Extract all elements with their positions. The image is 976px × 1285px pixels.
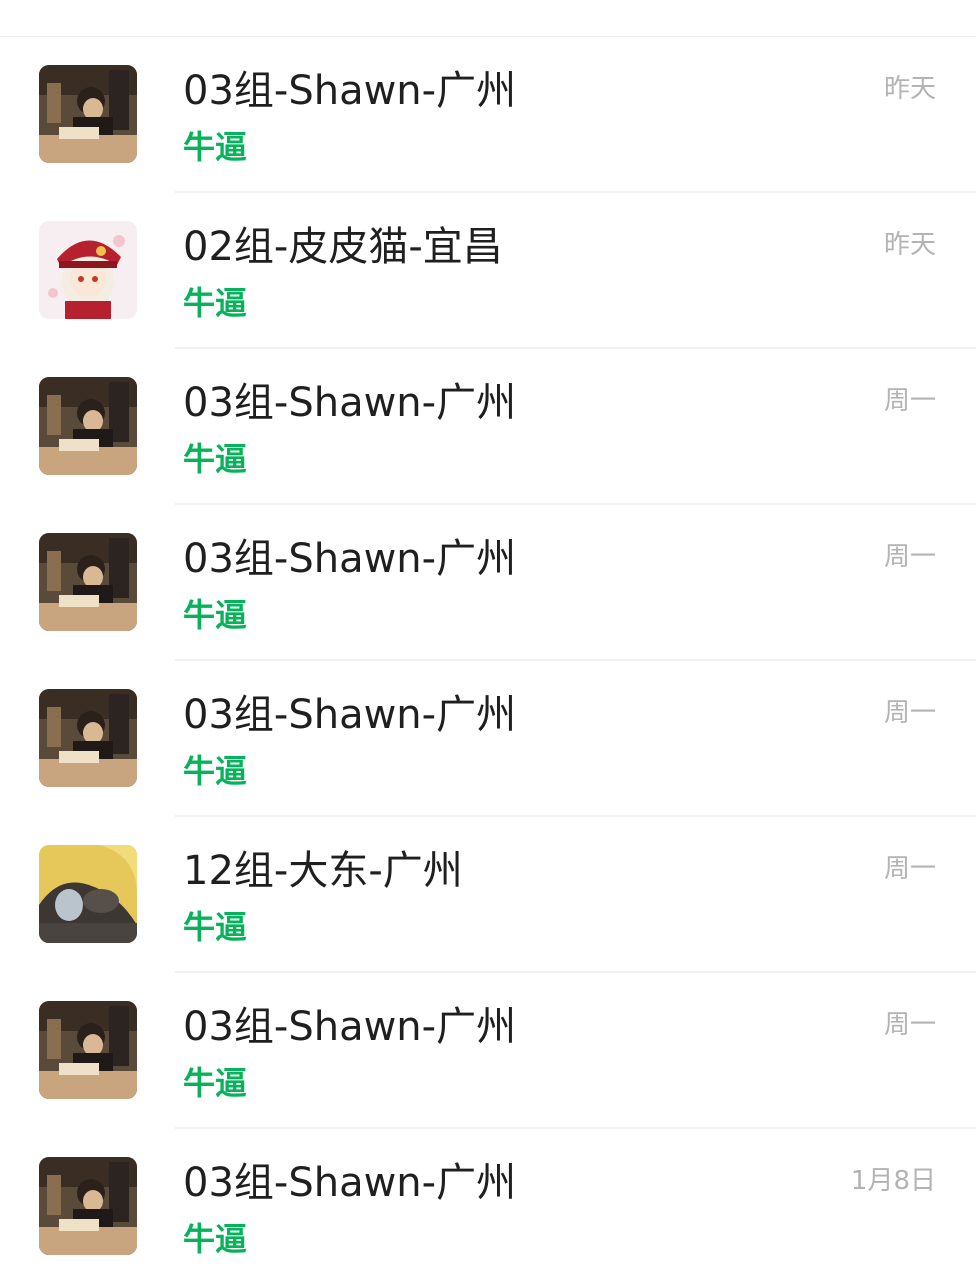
avatar-photo-icon — [39, 1001, 137, 1099]
message-time: 周一 — [883, 1010, 936, 1040]
avatar[interactable] — [39, 1001, 137, 1099]
chat-row[interactable]: 03组-Shawn-广州 牛逼 周一 — [0, 661, 976, 817]
avatar-photo-icon — [39, 845, 137, 943]
last-message-preview: 牛逼 — [183, 1220, 248, 1258]
chat-row[interactable]: 03组-Shawn-广州 牛逼 1月8日 — [0, 1129, 976, 1285]
chat-name: 12组-大东-广州 — [183, 848, 463, 894]
message-time: 昨天 — [883, 74, 936, 104]
chat-name: 03组-Shawn-广州 — [183, 536, 517, 582]
avatar[interactable] — [39, 377, 137, 475]
avatar[interactable] — [39, 221, 137, 319]
chat-name: 03组-Shawn-广州 — [183, 1160, 517, 1206]
avatar[interactable] — [39, 1157, 137, 1255]
avatar[interactable] — [39, 689, 137, 787]
chat-name: 02组-皮皮猫-宜昌 — [183, 224, 503, 270]
last-message-preview: 牛逼 — [183, 908, 248, 946]
avatar[interactable] — [39, 845, 137, 943]
chat-row[interactable]: 03组-Shawn-广州 牛逼 周一 — [0, 505, 976, 661]
message-time: 周一 — [883, 698, 936, 728]
last-message-preview: 牛逼 — [183, 284, 248, 322]
message-time: 周一 — [883, 386, 936, 416]
message-time: 1月8日 — [850, 1166, 936, 1196]
avatar-photo-icon — [39, 533, 137, 631]
chat-list: 03组-Shawn-广州 牛逼 昨天 02组-皮皮猫-宜昌 牛逼 昨天 03组-… — [0, 37, 976, 1285]
avatar[interactable] — [39, 533, 137, 631]
message-time: 周一 — [883, 542, 936, 572]
avatar[interactable] — [39, 65, 137, 163]
chat-name: 03组-Shawn-广州 — [183, 68, 517, 114]
last-message-preview: 牛逼 — [183, 440, 248, 478]
avatar-anime-icon — [39, 221, 137, 319]
avatar-photo-icon — [39, 377, 137, 475]
chat-row[interactable]: 03组-Shawn-广州 牛逼 周一 — [0, 349, 976, 505]
message-time: 周一 — [883, 854, 936, 884]
last-message-preview: 牛逼 — [183, 128, 248, 166]
search-result-header — [0, 0, 976, 37]
chat-row[interactable]: 03组-Shawn-广州 牛逼 周一 — [0, 973, 976, 1129]
last-message-preview: 牛逼 — [183, 596, 248, 634]
avatar-photo-icon — [39, 65, 137, 163]
message-time: 昨天 — [883, 230, 936, 260]
chat-row[interactable]: 02组-皮皮猫-宜昌 牛逼 昨天 — [0, 193, 976, 349]
last-message-preview: 牛逼 — [183, 752, 248, 790]
last-message-preview: 牛逼 — [183, 1064, 248, 1102]
chat-name: 03组-Shawn-广州 — [183, 380, 517, 426]
chat-row[interactable]: 12组-大东-广州 牛逼 周一 — [0, 817, 976, 973]
chat-name: 03组-Shawn-广州 — [183, 1004, 517, 1050]
chat-name: 03组-Shawn-广州 — [183, 692, 517, 738]
chat-row[interactable]: 03组-Shawn-广州 牛逼 昨天 — [0, 37, 976, 193]
avatar-photo-icon — [39, 1157, 137, 1255]
avatar-photo-icon — [39, 689, 137, 787]
